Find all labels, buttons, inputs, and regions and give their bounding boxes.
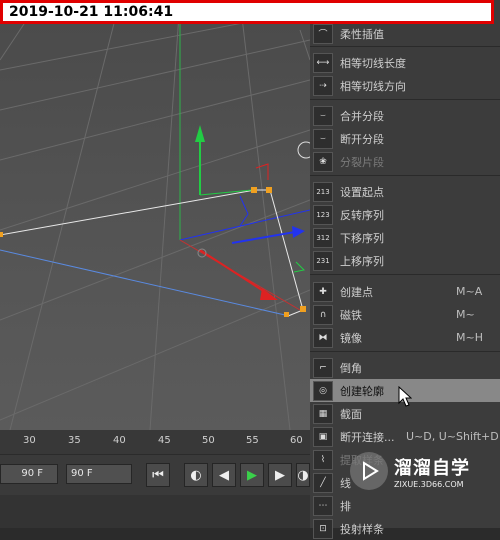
timeline-tick-label: 35 <box>68 435 81 446</box>
status-bar <box>0 495 310 528</box>
arrange-icon: ⋯ <box>313 495 333 516</box>
previous-frame-icon[interactable]: ◀ <box>212 463 236 487</box>
gizmo-y-arrow[interactable] <box>195 125 205 142</box>
magnet-icon: ∩ <box>313 304 333 325</box>
menu-item-label: 倒角 <box>340 361 362 375</box>
spline-point[interactable] <box>284 312 289 317</box>
set-first-point-icon: 213 <box>313 181 333 202</box>
gizmo-z-handle[interactable] <box>231 231 296 244</box>
spline-path[interactable] <box>0 189 304 317</box>
watermark: 溜溜自学 ZIXUE.3D66.COM <box>350 438 500 504</box>
menu-item-label: 上移序列 <box>340 254 384 268</box>
menu-item-equal-tangent-direction[interactable]: ⇢ 相等切线方向 <box>310 74 500 97</box>
menu-item-label: 镜像 <box>340 331 362 345</box>
timeline-tick-label: 50 <box>202 435 215 446</box>
create-outline-icon: ◎ <box>313 380 333 401</box>
menu-item-label: 断开分段 <box>340 132 384 146</box>
mirror-icon: ⧓ <box>313 327 333 348</box>
menu-item-label: 分裂片段 <box>340 155 384 169</box>
min-frame-field[interactable]: 90 F <box>0 464 58 484</box>
spline-point[interactable] <box>300 306 306 312</box>
menu-item-move-up-sequence[interactable]: 231 上移序列 <box>310 249 500 272</box>
menu-item-label: 截面 <box>340 407 362 421</box>
menu-item-create-point[interactable]: ✚ 创建点 M~A <box>310 280 500 303</box>
create-point-icon: ✚ <box>313 281 333 302</box>
play-icon[interactable]: ▶ <box>240 463 264 487</box>
menu-item-break-segment[interactable]: ⌣ 断开分段 <box>310 127 500 150</box>
menu-item-label: 反转序列 <box>340 208 384 222</box>
watermark-logo-icon <box>350 452 388 490</box>
menu-item-label: 柔性插值 <box>340 27 384 41</box>
join-segment-icon: ⌣ <box>313 105 333 126</box>
move-up-sequence-icon: 231 <box>313 250 333 271</box>
menu-item-curve-soft[interactable]: ⌒ 柔性插值 <box>310 22 500 45</box>
viewport-scene <box>0 0 310 430</box>
floor-grid <box>0 0 310 430</box>
max-frame-field[interactable]: 90 F <box>66 464 132 484</box>
menu-item-label: 相等切线方向 <box>340 79 406 93</box>
mouse-cursor-icon <box>398 386 412 407</box>
watermark-title: 溜溜自学 <box>394 457 470 479</box>
menu-item-shortcut: M~H <box>456 331 483 344</box>
menu-item-mirror[interactable]: ⧓ 镜像 M~H <box>310 326 500 349</box>
cross-section-icon: ▦ <box>313 403 333 424</box>
timeline-tick-label: 45 <box>158 435 171 446</box>
menu-item-shortcut: M~A <box>456 285 483 298</box>
menu-item-label: 相等切线长度 <box>340 56 406 70</box>
menu-item-chamfer[interactable]: ⌐ 倒角 <box>310 356 500 379</box>
goto-start-icon[interactable]: ⏮ <box>146 463 170 487</box>
timeline-tick-label: 40 <box>113 435 126 446</box>
menu-separator <box>310 175 500 176</box>
menu-item-shortcut: M~ <box>456 308 475 321</box>
spline-point[interactable] <box>251 187 257 193</box>
chamfer-icon: ⌐ <box>313 357 333 378</box>
timeline-tick-label: 60 <box>290 435 303 446</box>
record-icon[interactable]: ◐ <box>184 463 208 487</box>
menu-item-explode-segments[interactable]: ❀ 分裂片段 <box>310 150 500 173</box>
equal-tangent-length-icon: ⟷ <box>313 52 333 73</box>
menu-item-project-spline[interactable]: ⊡ 投射样条 <box>310 517 500 540</box>
line-icon: ╱ <box>313 472 333 493</box>
transport-bar: 90 F 90 F ⏮ ◐ ◀ ▶ ▶ ◑ <box>0 455 310 495</box>
move-down-sequence-icon: 312 <box>313 227 333 248</box>
menu-separator <box>310 274 500 275</box>
menu-item-move-down-sequence[interactable]: 312 下移序列 <box>310 226 500 249</box>
menu-item-join-segment[interactable]: ⌣ 合并分段 <box>310 104 500 127</box>
watermark-url: ZIXUE.3D66.COM <box>394 479 464 489</box>
gizmo-x-handle[interactable] <box>199 249 269 295</box>
menu-item-label: 设置起点 <box>340 185 384 199</box>
equal-tangent-direction-icon: ⇢ <box>313 75 333 96</box>
menu-item-label: 磁铁 <box>340 308 362 322</box>
spline-outline <box>0 249 286 316</box>
project-spline-icon: ⊡ <box>313 518 333 539</box>
extract-spline-icon: ⌇ <box>313 449 333 470</box>
menu-item-label: 下移序列 <box>340 231 384 245</box>
break-segment-icon: ⌣ <box>313 128 333 149</box>
explode-segments-icon: ❀ <box>313 151 333 172</box>
spline-point[interactable] <box>266 187 272 193</box>
next-frame-icon[interactable]: ▶ <box>268 463 292 487</box>
menu-separator <box>310 99 500 100</box>
reverse-sequence-icon: 123 <box>313 204 333 225</box>
timeline-tick-label: 30 <box>23 435 36 446</box>
menu-item-label: 创建点 <box>340 285 373 299</box>
menu-item-equal-tangent-length[interactable]: ⟷ 相等切线长度 <box>310 51 500 74</box>
world-z-axis <box>179 209 310 241</box>
menu-separator <box>310 46 500 47</box>
spline-point[interactable] <box>0 232 3 237</box>
menu-item-set-first-point[interactable]: 213 设置起点 <box>310 180 500 203</box>
menu-item-reverse-sequence[interactable]: 123 反转序列 <box>310 203 500 226</box>
timestamp-banner: 2019-10-21 11:06:41 <box>0 0 494 24</box>
disconnect-icon: ▣ <box>313 426 333 447</box>
timeline-ruler[interactable]: 30 35 40 45 50 55 60 <box>0 430 310 454</box>
menu-item-label: 投射样条 <box>340 522 384 536</box>
menu-separator <box>310 351 500 352</box>
3d-viewport[interactable] <box>0 0 310 430</box>
menu-item-label: 创建轮廓 <box>340 384 384 398</box>
timeline-tick-label: 55 <box>246 435 259 446</box>
curve-soft-icon: ⌒ <box>313 23 333 44</box>
menu-item-magnet[interactable]: ∩ 磁铁 M~ <box>310 303 500 326</box>
menu-item-label: 合并分段 <box>340 109 384 123</box>
record-icon[interactable]: ◑ <box>296 463 310 487</box>
